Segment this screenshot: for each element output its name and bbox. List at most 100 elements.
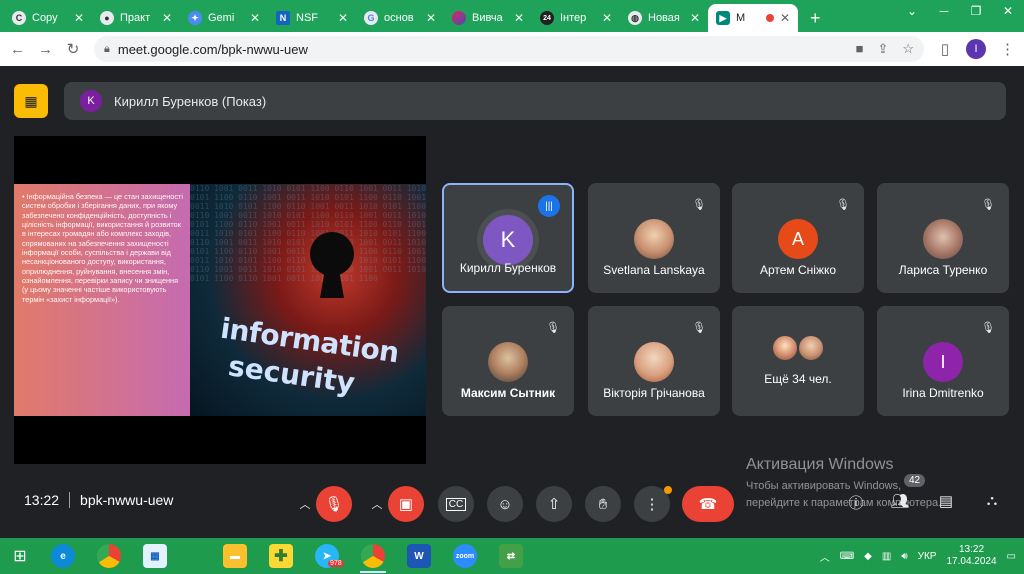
browser-tab[interactable]: N NSF ✕ — [268, 4, 356, 32]
captions-button[interactable]: CC — [438, 486, 474, 522]
activities-icon[interactable]: ⛬ — [980, 492, 1004, 509]
browser-tab[interactable]: Вивча ✕ — [444, 4, 532, 32]
camera-toggle-button[interactable]: ▣ — [388, 486, 424, 522]
browser-tab[interactable]: ◍ Новая ✕ — [620, 4, 708, 32]
close-icon[interactable]: ✕ — [74, 11, 84, 25]
keyboard-icon[interactable]: ⌨ — [840, 551, 854, 562]
close-icon[interactable]: ✕ — [250, 11, 260, 25]
participant-name: Кирилл Буренков — [459, 261, 557, 275]
folder-icon: ▬ — [223, 544, 247, 568]
share-icon[interactable]: ⇪ — [877, 41, 888, 57]
avatar: K — [483, 215, 533, 265]
browser-tab[interactable]: ✦ Gemi ✕ — [180, 4, 268, 32]
meeting-code: bpk-nwwu-uew — [80, 492, 174, 508]
taskbar-app-medical[interactable]: ✚ — [258, 538, 304, 574]
windows-start-icon[interactable]: ⊞ — [0, 538, 40, 574]
taskbar-app-word[interactable]: W — [396, 538, 442, 574]
restore-button[interactable]: ❐ — [960, 0, 992, 24]
reload-button[interactable]: ↻ — [66, 40, 80, 58]
meeting-details-icon[interactable]: ⓘ — [844, 492, 868, 513]
participant-tile[interactable]: 🎙︎ I Irina Dmitrenko — [877, 306, 1009, 416]
globe-icon: ◍ — [628, 11, 642, 25]
bookmark-star-icon[interactable]: ☆ — [902, 41, 914, 57]
avatar: I — [923, 342, 963, 382]
tab-label: Інтер — [560, 12, 587, 24]
close-window-button[interactable]: ✕ — [992, 0, 1024, 24]
more-participants-tile[interactable]: Ещё 34 чел. — [732, 306, 864, 416]
close-icon[interactable]: ✕ — [780, 11, 790, 25]
chevron-down-icon[interactable]: ⌄ — [896, 0, 928, 24]
taskbar-app-chrome[interactable] — [86, 538, 132, 574]
audio-settings-chevron-icon[interactable]: ︿ — [294, 486, 316, 522]
taskbar-app-telegram[interactable]: ➤ 978 — [304, 538, 350, 574]
tab-label: NSF — [296, 12, 318, 24]
camera-icon[interactable]: ■ — [856, 41, 864, 57]
close-icon[interactable]: ✕ — [338, 11, 348, 25]
mic-off-icon: 🎙︎ — [981, 198, 995, 211]
reactions-button[interactable]: ☺ — [487, 486, 523, 522]
notifications-icon[interactable]: ▭ — [1007, 551, 1016, 562]
more-menu-icon[interactable]: ⋮ — [1000, 40, 1015, 58]
participant-tile[interactable]: 🎙︎ А Артем Сніжко — [732, 183, 864, 293]
participant-tile[interactable]: 🎙︎ Вікторія Грічанова — [588, 306, 720, 416]
slide-text: • Інформаційна безпека — це стан захищен… — [14, 184, 190, 416]
security-icon[interactable]: ◆ — [864, 551, 872, 562]
clock[interactable]: 13:22 17.04.2024 — [946, 544, 996, 569]
taskbar-app-explorer[interactable]: ▬ — [212, 538, 258, 574]
presentation-icon[interactable]: ▦ — [14, 84, 48, 118]
address-bar[interactable]: 🔒︎ meet.google.com/bpk-nwwu-uew ■ ⇪ ☆ — [94, 36, 924, 62]
lock-icon: 🔒︎ — [104, 42, 110, 55]
close-icon[interactable]: ✕ — [514, 11, 524, 25]
participant-name: Артем Сніжко — [759, 263, 837, 277]
participant-name: Вікторія Грічанова — [603, 386, 705, 400]
captions-icon: CC — [445, 497, 467, 511]
browser-tab[interactable]: G основ ✕ — [356, 4, 444, 32]
browser-tab[interactable]: 24 Інтер ✕ — [532, 4, 620, 32]
system-tray: ︿ ⌨ ◆ ▥ 🔊︎ УКР 13:22 17.04.2024 ▭ — [820, 544, 1024, 569]
presenter-label: Кирилл Буренков (Показ) — [114, 93, 267, 109]
close-icon[interactable]: ✕ — [602, 11, 612, 25]
browser-tab-active[interactable]: ▶ M ✕ — [708, 4, 798, 32]
back-button[interactable]: ← — [10, 41, 25, 58]
shared-screen: • Інформаційна безпека — це стан захищен… — [14, 136, 426, 464]
taskbar-app-chrome-active[interactable] — [350, 538, 396, 574]
minimize-button[interactable]: ─ — [928, 0, 960, 24]
video-settings-chevron-icon[interactable]: ︿ — [366, 486, 388, 522]
participant-tile[interactable]: 🎙︎ Максим Сытник — [442, 306, 574, 416]
gemini-icon: ✦ — [188, 11, 202, 25]
profile-avatar[interactable]: I — [966, 39, 986, 59]
participant-tile[interactable]: 🎙︎ Svetlana Lanskaya — [588, 183, 720, 293]
present-button[interactable]: ⇧ — [536, 486, 572, 522]
people-icon[interactable]: 👥︎ — [888, 492, 912, 510]
participant-tile[interactable]: 🎙︎ Лариса Туренко — [877, 183, 1009, 293]
tab-label: M — [736, 12, 746, 24]
network-icon[interactable]: ▥ — [882, 551, 891, 562]
close-icon[interactable]: ✕ — [426, 11, 436, 25]
close-icon[interactable]: ✕ — [690, 11, 700, 25]
taskbar-app-zoom[interactable]: zoom — [442, 538, 488, 574]
taskbar-app-calendar[interactable]: ▦ — [132, 538, 178, 574]
chat-icon[interactable]: ▤ — [934, 492, 958, 510]
side-panel-icon[interactable]: ▯ — [938, 40, 952, 58]
mic-toggle-button[interactable]: 🎙︎ — [316, 486, 352, 522]
meeting-time: 13:22 — [24, 492, 60, 508]
taskbar-app-transfer[interactable]: ⇄ — [488, 538, 534, 574]
chevron-up-icon[interactable]: ︿ — [820, 549, 830, 564]
browser-tab[interactable]: C Copy ✕ — [4, 4, 92, 32]
participant-tile[interactable]: ||| K Кирилл Буренков — [442, 183, 574, 293]
presenter-bar: K Кирилл Буренков (Показ) — [64, 82, 1006, 120]
avatar — [773, 336, 797, 360]
language-indicator[interactable]: УКР — [918, 551, 937, 562]
taskbar-app-edge[interactable]: e — [40, 538, 86, 574]
new-tab-button[interactable]: + — [810, 4, 821, 32]
browser-tab[interactable]: ● Практ ✕ — [92, 4, 180, 32]
speaking-indicator-icon: ||| — [538, 195, 560, 217]
participant-name: Irina Dmitrenko — [902, 386, 984, 400]
volume-icon[interactable]: 🔊︎ — [901, 551, 907, 562]
raise-hand-button[interactable]: ✋︎ — [585, 486, 621, 522]
clock-time: 13:22 — [959, 543, 985, 555]
forward-button[interactable]: → — [38, 41, 53, 58]
browser-toolbar: ← → ↻ 🔒︎ meet.google.com/bpk-nwwu-uew ■ … — [0, 32, 1024, 66]
leave-call-button[interactable]: ☎︎ — [682, 486, 734, 522]
close-icon[interactable]: ✕ — [162, 11, 172, 25]
